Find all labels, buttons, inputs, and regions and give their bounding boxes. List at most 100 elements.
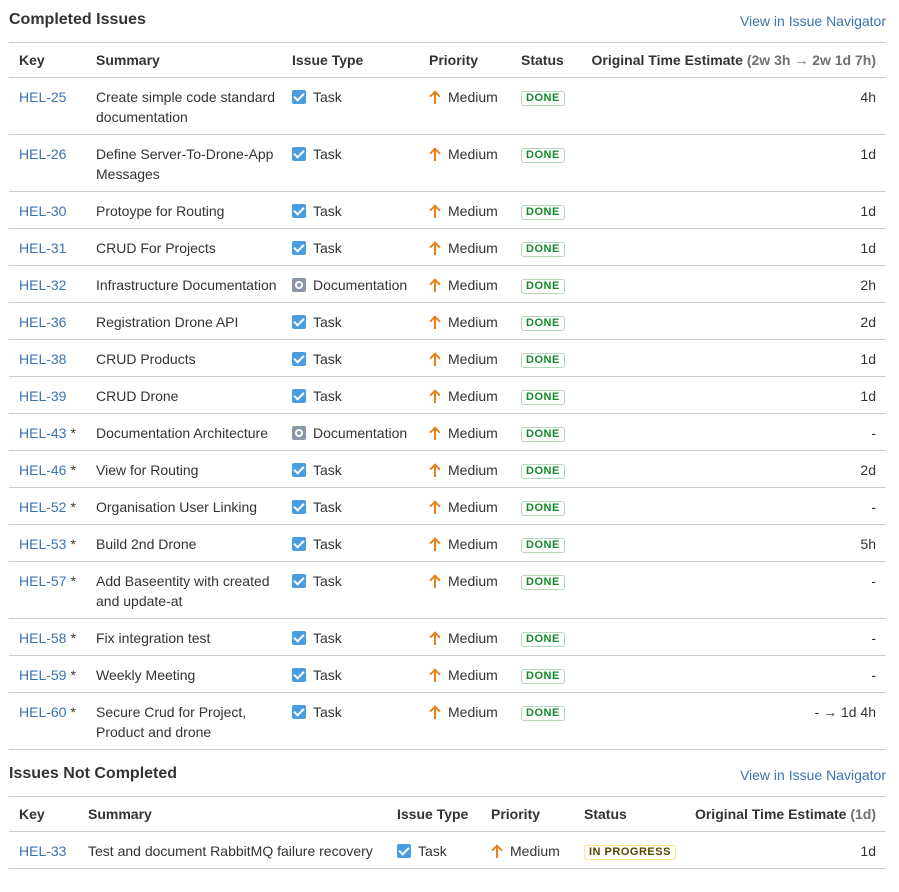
- issue-changed-marker: *: [70, 630, 76, 646]
- issue-key-link[interactable]: HEL-33: [19, 843, 66, 859]
- priority-label: Medium: [448, 314, 498, 330]
- table-row[interactable]: HEL-26 Define Server-To-Drone-App Messag…: [9, 135, 886, 192]
- issue-key-link[interactable]: HEL-36: [19, 314, 66, 330]
- task-icon: [292, 389, 306, 403]
- priority-label: Medium: [448, 499, 498, 515]
- issue-key-link[interactable]: HEL-46: [19, 462, 66, 478]
- status-cell: DONE: [511, 266, 574, 303]
- original-time-estimate: 2h: [860, 277, 876, 293]
- table-row[interactable]: HEL-31 CRUD For Projects Task Medium DON…: [9, 229, 886, 266]
- issue-key-link[interactable]: HEL-31: [19, 240, 66, 256]
- column-header-priority[interactable]: Priority: [419, 43, 511, 78]
- status-cell: DONE: [511, 488, 574, 525]
- issue-summary: Build 2nd Drone: [96, 536, 197, 552]
- table-row[interactable]: HEL-36 Registration Drone API Task Mediu…: [9, 303, 886, 340]
- priority-cell: Medium: [419, 619, 511, 656]
- priority-medium-icon: [429, 90, 441, 104]
- column-header-status[interactable]: Status: [574, 797, 681, 832]
- column-header-key[interactable]: Key: [9, 797, 78, 832]
- original-time-estimate: -: [871, 667, 876, 683]
- issue-key-cell: HEL-46 *: [9, 451, 86, 488]
- issue-type-cell: Task: [282, 562, 419, 619]
- issue-key-link[interactable]: HEL-30: [19, 203, 66, 219]
- issue-type-label: Task: [313, 203, 342, 219]
- task-icon: [292, 352, 306, 366]
- column-header-issue-type[interactable]: Issue Type: [387, 797, 481, 832]
- issue-key-link[interactable]: HEL-38: [19, 351, 66, 367]
- issue-key-link[interactable]: HEL-59: [19, 667, 66, 683]
- column-header-priority[interactable]: Priority: [481, 797, 574, 832]
- issue-key-link[interactable]: HEL-26: [19, 146, 66, 162]
- column-header-summary[interactable]: Summary: [78, 797, 387, 832]
- not-completed-issues-table: Key Summary Issue Type Priority Status O…: [9, 796, 886, 869]
- priority-label: Medium: [448, 277, 498, 293]
- table-row[interactable]: HEL-43 * Documentation Architecture Docum…: [9, 414, 886, 451]
- view-in-issue-navigator-link[interactable]: View in Issue Navigator: [740, 767, 886, 783]
- issue-type-label: Task: [313, 351, 342, 367]
- priority-medium-icon: [429, 278, 441, 292]
- issue-key-link[interactable]: HEL-53: [19, 536, 66, 552]
- table-row[interactable]: HEL-58 * Fix integration test Task Medium…: [9, 619, 886, 656]
- column-header-key[interactable]: Key: [9, 43, 86, 78]
- issue-type-label: Task: [313, 630, 342, 646]
- issue-key-cell: HEL-26: [9, 135, 86, 192]
- issue-changed-marker: *: [70, 667, 76, 683]
- table-row[interactable]: HEL-52 * Organisation User Linking Task M…: [9, 488, 886, 525]
- issue-type-label: Task: [418, 843, 447, 859]
- issue-type-label: Task: [313, 240, 342, 256]
- table-row[interactable]: HEL-30 Protoype for Routing Task Medium …: [9, 192, 886, 229]
- table-header-row: Key Summary Issue Type Priority Status O…: [9, 796, 886, 832]
- issue-key-cell: HEL-33: [9, 832, 78, 869]
- table-row[interactable]: HEL-25 Create simple code standard docum…: [9, 78, 886, 135]
- issue-type-label: Task: [313, 499, 342, 515]
- issue-key-cell: HEL-60 *: [9, 693, 86, 750]
- view-in-issue-navigator-link[interactable]: View in Issue Navigator: [740, 13, 886, 29]
- issue-key-link[interactable]: HEL-57: [19, 573, 66, 589]
- issue-summary: CRUD For Projects: [96, 240, 216, 256]
- issue-key-link[interactable]: HEL-32: [19, 277, 66, 293]
- status-badge: DONE: [521, 316, 565, 331]
- table-row[interactable]: HEL-59 * Weekly Meeting Task Medium DONE …: [9, 656, 886, 693]
- table-row[interactable]: HEL-46 * View for Routing Task Medium DON…: [9, 451, 886, 488]
- issue-key-link[interactable]: HEL-39: [19, 388, 66, 404]
- issue-key-cell: HEL-31: [9, 229, 86, 266]
- issue-key-cell: HEL-53 *: [9, 525, 86, 562]
- completed-issues-section: Completed Issues View in Issue Navigator…: [9, 0, 886, 750]
- table-row[interactable]: HEL-33 Test and document RabbitMQ failur…: [9, 832, 886, 869]
- original-time-estimate: -: [871, 499, 876, 515]
- issue-key-cell: HEL-32: [9, 266, 86, 303]
- priority-cell: Medium: [419, 562, 511, 619]
- column-header-status[interactable]: Status: [511, 43, 574, 78]
- task-icon: [292, 315, 306, 329]
- issue-key-cell: HEL-36: [9, 303, 86, 340]
- issue-summary: Organisation User Linking: [96, 499, 258, 515]
- table-row[interactable]: HEL-38 CRUD Products Task Medium DONE 1d: [9, 340, 886, 377]
- column-header-original-time-estimate[interactable]: Original Time Estimate (2w 3h → 2w 1d 7h…: [574, 43, 886, 78]
- issue-key-link[interactable]: HEL-52: [19, 499, 66, 515]
- issue-changed-marker: *: [70, 573, 76, 589]
- status-badge: DONE: [521, 205, 565, 220]
- column-header-issue-type[interactable]: Issue Type: [282, 43, 419, 78]
- column-header-original-time-estimate[interactable]: Original Time Estimate (1d): [681, 797, 886, 832]
- task-icon: [292, 705, 306, 719]
- table-row[interactable]: HEL-39 CRUD Drone Task Medium DONE 1d: [9, 377, 886, 414]
- issue-type-label: Task: [313, 536, 342, 552]
- priority-cell: Medium: [419, 414, 511, 451]
- estimate-label: Original Time Estimate: [591, 52, 743, 68]
- table-row[interactable]: HEL-32 Infrastructure Documentation Docu…: [9, 266, 886, 303]
- issue-type-label: Task: [313, 462, 342, 478]
- priority-label: Medium: [448, 240, 498, 256]
- issue-type-cell: Task: [282, 192, 419, 229]
- section-header: Issues Not Completed View in Issue Navig…: [9, 754, 886, 796]
- issue-key-link[interactable]: HEL-43: [19, 425, 66, 441]
- issue-key-link[interactable]: HEL-25: [19, 89, 66, 105]
- issue-key-cell: HEL-30: [9, 192, 86, 229]
- status-cell: DONE: [511, 451, 574, 488]
- issue-type-cell: Task: [282, 78, 419, 135]
- issue-key-link[interactable]: HEL-58: [19, 630, 66, 646]
- table-row[interactable]: HEL-60 * Secure Crud for Project, Product…: [9, 693, 886, 750]
- table-row[interactable]: HEL-57 * Add Baseentity with created and …: [9, 562, 886, 619]
- table-row[interactable]: HEL-53 * Build 2nd Drone Task Medium DONE…: [9, 525, 886, 562]
- column-header-summary[interactable]: Summary: [86, 43, 282, 78]
- issue-key-link[interactable]: HEL-60: [19, 704, 66, 720]
